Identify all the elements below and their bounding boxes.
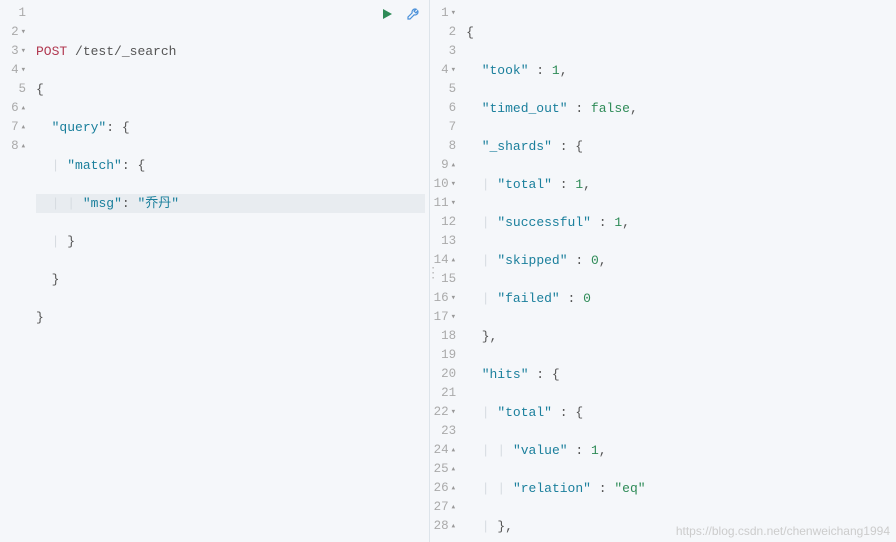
run-icon[interactable]: [379, 6, 395, 22]
request-code[interactable]: POST /test/_search { "query": { | "match…: [32, 0, 429, 542]
request-path: /test/_search: [75, 44, 176, 59]
splitter-handle[interactable]: ⋮: [426, 271, 440, 277]
response-code[interactable]: { "took" : 1, "timed_out" : false, "_sha…: [462, 0, 896, 542]
response-viewer: 1▾ 23 4▾ 5678 9▴ 10▾ 11▾ 1213 14▴ 15 16▾…: [430, 0, 896, 542]
http-method: POST: [36, 44, 67, 59]
line-gutter-left: 1 2▾ 3▾ 4▾ 5 6▴ 7▴ 8▴: [0, 0, 32, 542]
request-editor: 1 2▾ 3▾ 4▾ 5 6▴ 7▴ 8▴ POST /test/_search…: [0, 0, 430, 542]
wrench-icon[interactable]: [405, 6, 421, 22]
watermark-text: https://blog.csdn.net/chenweichang1994: [676, 524, 890, 538]
